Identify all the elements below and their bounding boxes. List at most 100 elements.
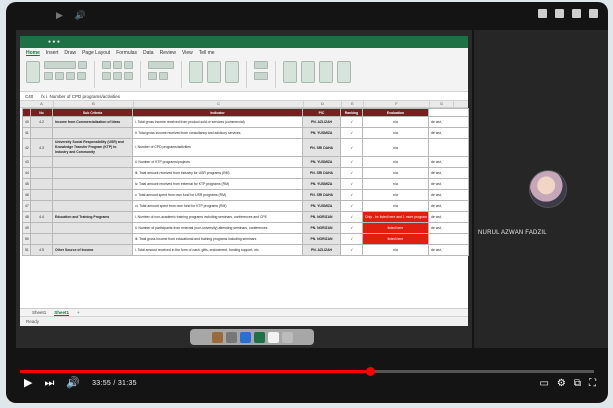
align-icon[interactable] xyxy=(113,72,122,80)
note-cell[interactable]: de wst, xyxy=(428,200,469,212)
row-number[interactable]: 45 xyxy=(22,178,31,190)
criteria-cell[interactable]: University Social Responsibility (USR) a… xyxy=(52,138,133,157)
pic-cell[interactable]: PN. AZLIZAH xyxy=(302,116,341,128)
format-table-icon[interactable] xyxy=(207,61,221,83)
font-size-icon[interactable] xyxy=(78,61,87,69)
col-head[interactable]: G xyxy=(430,101,454,107)
indicator-cell[interactable]: vi. Total amount spent from own fund for… xyxy=(132,200,303,212)
evaluation-cell[interactable]: n/a xyxy=(362,138,429,157)
progress-bar[interactable] xyxy=(20,367,594,376)
rank-cell[interactable]: √ xyxy=(340,127,363,139)
row-number[interactable]: 46 xyxy=(22,189,31,201)
bold-icon[interactable] xyxy=(44,72,53,80)
row-number[interactable]: 42 xyxy=(22,138,31,157)
name-box[interactable]: C40 xyxy=(25,94,33,99)
rank-cell[interactable]: √ xyxy=(340,211,363,223)
table-row[interactable]: 49 ii. Number of participants from extern… xyxy=(22,222,469,234)
col-head[interactable]: C xyxy=(134,101,304,107)
delete-cells-icon[interactable] xyxy=(254,72,268,80)
note-cell[interactable]: de wst, xyxy=(428,116,469,128)
number-format-icon[interactable] xyxy=(148,61,174,69)
evaluation-cell[interactable]: n/a xyxy=(362,167,429,179)
note-cell[interactable]: de wst, xyxy=(428,244,469,256)
pic-cell[interactable]: PN. SRI DAHA xyxy=(302,138,341,157)
criteria-cell[interactable] xyxy=(52,156,133,168)
menu-home[interactable]: Home xyxy=(26,50,40,56)
fill-color-icon[interactable] xyxy=(77,72,86,80)
conditional-format-icon[interactable] xyxy=(189,61,203,83)
evaluation-cell[interactable]: n/a xyxy=(362,244,429,256)
menu-insert[interactable]: Insert xyxy=(46,50,59,56)
safari-icon[interactable] xyxy=(239,331,251,343)
pic-cell[interactable]: PN. NORIZAN xyxy=(302,233,341,245)
pic-cell[interactable]: PN. YUSMIZA xyxy=(302,156,341,168)
preview-icon[interactable] xyxy=(267,331,279,343)
criteria-cell[interactable] xyxy=(52,167,133,179)
pic-cell[interactable]: PN. SRI DAHA xyxy=(302,167,341,179)
wrap-icon[interactable] xyxy=(124,61,133,69)
evaluation-cell[interactable]: n/a xyxy=(362,127,429,139)
evaluation-cell[interactable]: listed here xyxy=(362,233,429,245)
rank-cell[interactable]: √ xyxy=(340,156,363,168)
miniplayer-icon[interactable]: ⧉ xyxy=(574,378,581,389)
indicator-cell[interactable]: i. Number of non-academic training progr… xyxy=(132,211,303,223)
settings-icon[interactable]: ⚙ xyxy=(557,378,566,389)
note-cell[interactable] xyxy=(428,233,469,245)
criteria-cell[interactable] xyxy=(52,178,133,190)
note-cell[interactable]: de wst, xyxy=(428,156,469,168)
table-row[interactable]: 41 ii. Total gross income received from c… xyxy=(22,127,469,139)
no-cell[interactable] xyxy=(30,189,53,201)
rank-cell[interactable]: √ xyxy=(340,233,363,245)
evaluation-cell[interactable]: Only - be listed here and 1 more program xyxy=(362,211,429,223)
pic-cell[interactable]: PN. SRI DAHA xyxy=(302,189,341,201)
rank-cell[interactable]: √ xyxy=(340,189,363,201)
no-cell[interactable]: 4.5 xyxy=(30,244,53,256)
col-head[interactable]: E xyxy=(342,101,364,107)
criteria-cell[interactable] xyxy=(52,222,133,234)
pic-cell[interactable]: PN. YUSMIZA xyxy=(302,200,341,212)
indicator-cell[interactable]: iii. Total gross income from educational… xyxy=(132,233,303,245)
no-cell[interactable] xyxy=(30,167,53,179)
menu-view[interactable]: View xyxy=(182,50,193,56)
no-cell[interactable]: 4.4 xyxy=(30,211,53,223)
no-cell[interactable] xyxy=(30,222,53,234)
note-cell[interactable]: de wst, xyxy=(428,222,469,234)
align-icon[interactable] xyxy=(102,72,111,80)
criteria-cell[interactable]: Income from Commercialization of Ideas xyxy=(52,116,133,128)
evaluation-cell[interactable]: n/a xyxy=(362,189,429,201)
no-cell[interactable] xyxy=(30,156,53,168)
pic-cell[interactable]: PN. YUSMIZA xyxy=(302,178,341,190)
rank-cell[interactable]: √ xyxy=(340,200,363,212)
add-sheet-button[interactable]: + xyxy=(77,310,80,315)
header-cell[interactable]: Indicator xyxy=(132,108,303,117)
indicator-cell[interactable]: ii. Number of participants from external… xyxy=(132,222,303,234)
row-number[interactable]: 40 xyxy=(22,116,31,128)
row-number[interactable]: 44 xyxy=(22,167,31,179)
evaluation-cell[interactable]: listed here xyxy=(362,222,429,234)
col-head[interactable]: F xyxy=(364,101,430,107)
next-icon[interactable]: ⏭ xyxy=(44,378,54,389)
row-number[interactable]: 41 xyxy=(22,127,31,139)
row-number[interactable]: 48 xyxy=(22,211,31,223)
comma-icon[interactable] xyxy=(159,72,168,80)
note-cell[interactable] xyxy=(428,138,469,157)
note-cell[interactable]: de wst, xyxy=(428,127,469,139)
excel-dock-icon[interactable] xyxy=(253,331,265,343)
header-cell[interactable]: Ranking xyxy=(340,108,363,117)
percent-icon[interactable] xyxy=(148,72,157,80)
pic-cell[interactable]: PN. YUSMIZA xyxy=(302,127,341,139)
finder-icon[interactable] xyxy=(211,331,223,343)
ideas-icon[interactable] xyxy=(337,61,351,83)
criteria-cell[interactable]: Other Source of Income xyxy=(52,244,133,256)
system-prefs-icon[interactable] xyxy=(225,331,237,343)
criteria-cell[interactable] xyxy=(52,189,133,201)
table-row[interactable]: 51 4.5 Other Source of Income i. Total amou… xyxy=(22,244,469,256)
indicator-cell[interactable]: ii. Total gross income received from con… xyxy=(132,127,303,139)
no-cell[interactable] xyxy=(30,200,53,212)
table-row[interactable]: 45 iv. Total amount received from externa… xyxy=(22,178,469,190)
menu-tell-me[interactable]: Tell me xyxy=(199,50,215,56)
no-cell[interactable] xyxy=(30,127,53,139)
volume-icon[interactable]: 🔊 xyxy=(66,378,80,389)
indicator-cell[interactable]: i. Total amount received in the form of … xyxy=(132,244,303,256)
formula-bar[interactable]: C40 fx i. Number of CPD programs/activit… xyxy=(20,92,468,101)
